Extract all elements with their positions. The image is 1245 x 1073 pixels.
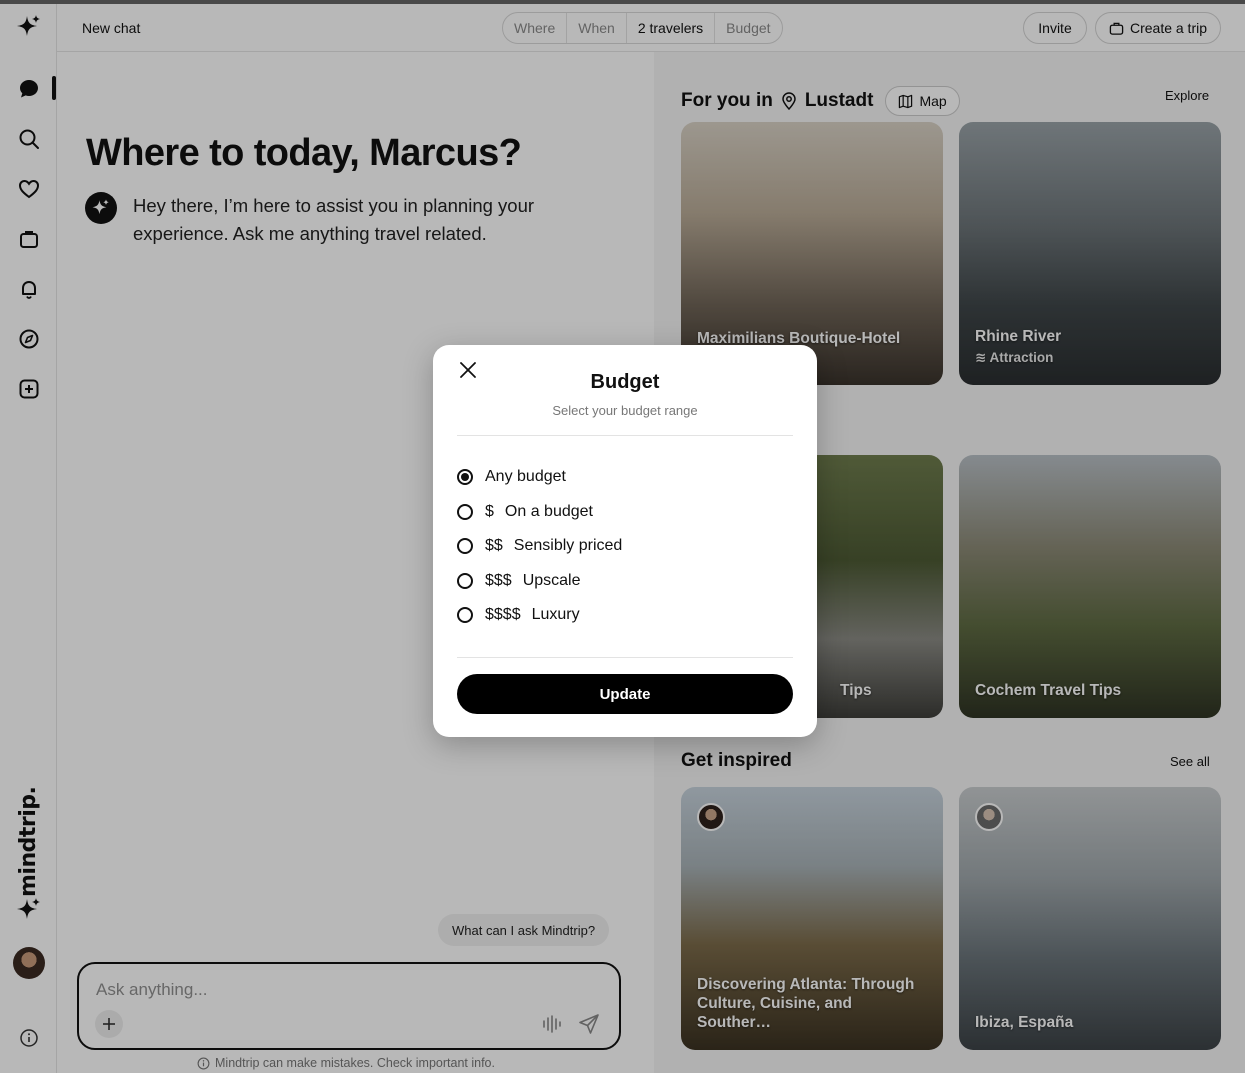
divider [457, 657, 793, 658]
option-symbol: $ [485, 503, 494, 520]
option-label: On a budget [504, 503, 593, 520]
option-symbol: $$$$ [485, 606, 521, 623]
budget-option-luxury[interactable]: $$$$ Luxury [457, 603, 580, 627]
budget-option-budget[interactable]: $ On a budget [457, 500, 593, 524]
modal-title: Budget [590, 371, 660, 393]
option-label: Luxury [531, 606, 580, 623]
option-symbol: $$ [485, 537, 503, 554]
radio[interactable] [457, 504, 473, 520]
radio[interactable] [457, 538, 473, 554]
radio-selected[interactable] [457, 469, 473, 485]
budget-option-sensible[interactable]: $$ Sensibly priced [457, 534, 622, 558]
budget-option-upscale[interactable]: $$$ Upscale [457, 569, 581, 593]
modal-subtitle: Select your budget range [552, 403, 698, 418]
budget-option-any[interactable]: Any budget [457, 465, 566, 489]
option-symbol: $$$ [485, 572, 512, 589]
option-label: Sensibly priced [513, 537, 623, 554]
option-label: Upscale [522, 572, 581, 589]
update-button[interactable]: Update [457, 674, 793, 714]
option-label: Any budget [485, 468, 566, 485]
divider [457, 435, 793, 436]
budget-modal: Budget Select your budget range Any budg… [433, 345, 817, 737]
radio[interactable] [457, 573, 473, 589]
radio[interactable] [457, 607, 473, 623]
